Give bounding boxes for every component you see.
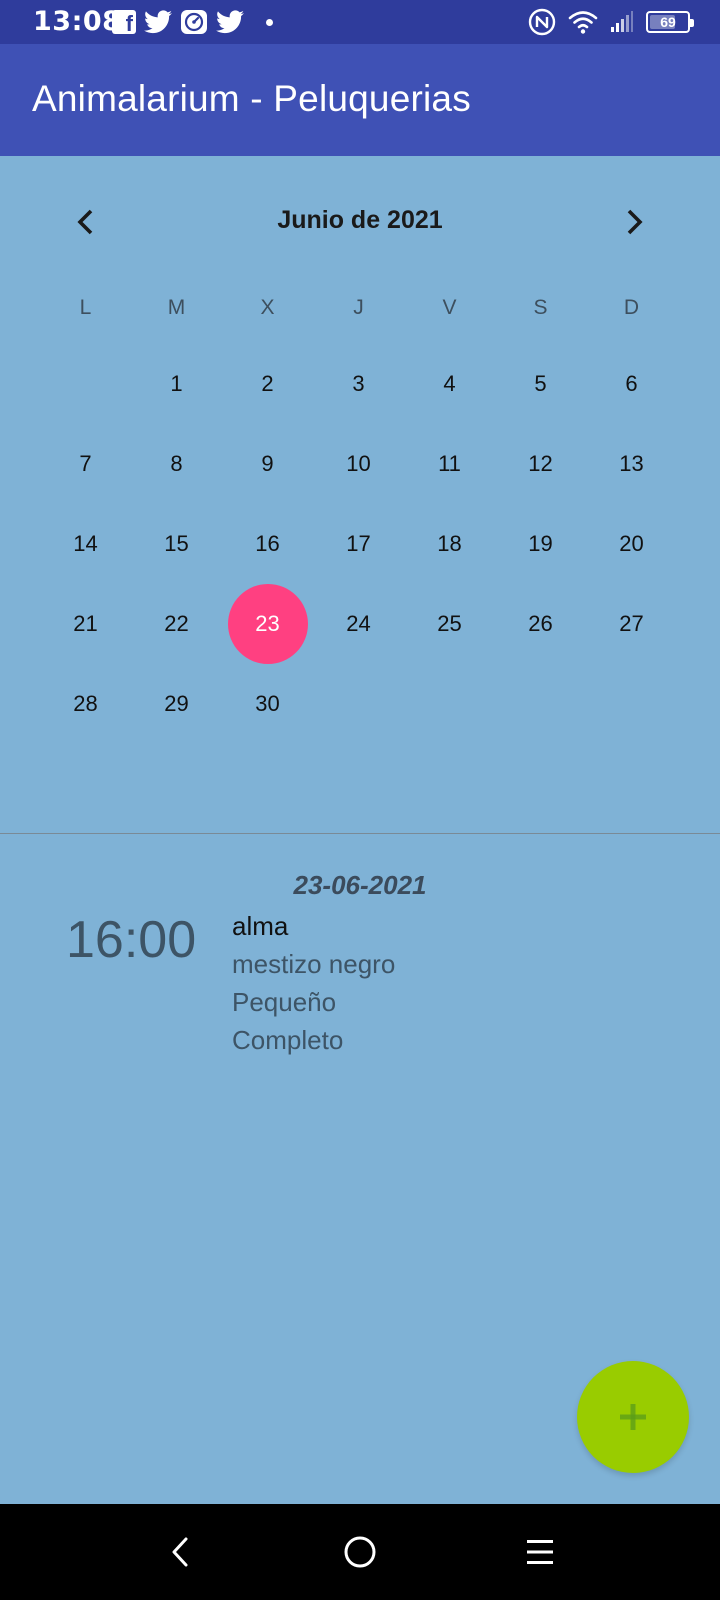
weekday-label: S bbox=[533, 296, 548, 319]
plus-icon bbox=[620, 1404, 646, 1430]
twitter-icon bbox=[144, 10, 172, 34]
weekday-label: M bbox=[167, 296, 186, 319]
calendar-day[interactable]: 7 bbox=[40, 424, 131, 504]
calendar-day[interactable]: 29 bbox=[131, 664, 222, 744]
calendar-day-empty bbox=[495, 664, 586, 744]
battery-icon: 69 bbox=[646, 11, 694, 33]
month-nav: Junio de 2021 bbox=[0, 196, 720, 246]
dot-icon bbox=[266, 18, 273, 26]
appointment-date: 23-06-2021 bbox=[293, 870, 427, 900]
calendar-week: 7 8 9 10 11 12 13 bbox=[40, 424, 677, 504]
chevron-right-icon bbox=[627, 209, 643, 235]
calendar-day[interactable]: 24 bbox=[313, 584, 404, 664]
calendar-day[interactable]: 17 bbox=[313, 504, 404, 584]
calendar-day-selected[interactable]: 23 bbox=[222, 584, 313, 664]
calendar-day[interactable]: 16 bbox=[222, 504, 313, 584]
menu-icon bbox=[527, 1540, 553, 1564]
home-icon bbox=[344, 1536, 376, 1568]
calendar: Junio de 2021 L M X J V S D 1 2 3 4 5 6 … bbox=[0, 156, 720, 832]
calendar-day[interactable]: 8 bbox=[131, 424, 222, 504]
home-button[interactable] bbox=[336, 1528, 384, 1576]
twitter-icon bbox=[216, 10, 244, 34]
calendar-day[interactable]: 15 bbox=[131, 504, 222, 584]
signal-icon bbox=[611, 11, 633, 32]
weekday-label: J bbox=[353, 296, 364, 319]
weekday-label: X bbox=[260, 296, 275, 319]
pet-breed: mestizo negro bbox=[232, 949, 396, 979]
pet-size: Pequeño bbox=[232, 987, 337, 1017]
calendar-day[interactable]: 9 bbox=[222, 424, 313, 504]
calendar-day[interactable]: 1 bbox=[131, 344, 222, 424]
recents-button[interactable] bbox=[516, 1528, 564, 1576]
calendar-day[interactable]: 3 bbox=[313, 344, 404, 424]
calendar-day[interactable]: 22 bbox=[131, 584, 222, 664]
calendar-day-empty bbox=[313, 664, 404, 744]
calendar-day[interactable]: 14 bbox=[40, 504, 131, 584]
pet-name: alma bbox=[232, 911, 289, 941]
system-icons: 69 bbox=[528, 8, 694, 36]
status-time: 13:08 bbox=[33, 6, 122, 37]
calendar-week: 28 29 30 bbox=[40, 664, 677, 744]
system-nav-bar bbox=[0, 1504, 720, 1600]
nfc-icon bbox=[528, 8, 556, 36]
appointment-time: 16:00 bbox=[66, 911, 197, 969]
calendar-day[interactable]: 30 bbox=[222, 664, 313, 744]
app-title: Animalarium - Peluquerias bbox=[32, 78, 471, 119]
calendar-day[interactable]: 20 bbox=[586, 504, 677, 584]
appointment-info: alma mestizo negro Pequeño Completo bbox=[232, 908, 395, 1059]
calendar-day[interactable]: 10 bbox=[313, 424, 404, 504]
calendar-day[interactable]: 5 bbox=[495, 344, 586, 424]
add-appointment-button[interactable] bbox=[577, 1361, 689, 1473]
calendar-day[interactable]: 11 bbox=[404, 424, 495, 504]
weekday-label: L bbox=[79, 296, 92, 319]
calendar-day[interactable]: 2 bbox=[222, 344, 313, 424]
status-bar: 13:08 f 69 bbox=[0, 0, 720, 44]
calendar-day-empty bbox=[40, 344, 131, 424]
calendar-day[interactable]: 6 bbox=[586, 344, 677, 424]
calendar-day-empty bbox=[586, 664, 677, 744]
calendar-day[interactable]: 13 bbox=[586, 424, 677, 504]
facebook-icon: f bbox=[112, 10, 136, 36]
calendar-day[interactable]: 21 bbox=[40, 584, 131, 664]
weekday-label: V bbox=[442, 296, 457, 319]
speedometer-icon bbox=[181, 10, 207, 34]
back-button[interactable] bbox=[156, 1528, 204, 1576]
calendar-day[interactable]: 26 bbox=[495, 584, 586, 664]
appointment-item[interactable]: 16:00 alma mestizo negro Pequeño Complet… bbox=[0, 908, 720, 1068]
calendar-day-empty bbox=[404, 664, 495, 744]
calendar-day[interactable]: 27 bbox=[586, 584, 677, 664]
back-icon bbox=[172, 1537, 188, 1567]
next-month-button[interactable] bbox=[612, 200, 656, 244]
wifi-icon bbox=[568, 11, 598, 34]
app-bar: Animalarium - Peluquerias bbox=[0, 44, 720, 156]
calendar-week: 14 15 16 17 18 19 20 bbox=[40, 504, 677, 584]
calendar-day[interactable]: 28 bbox=[40, 664, 131, 744]
calendar-day[interactable]: 12 bbox=[495, 424, 586, 504]
calendar-day[interactable]: 18 bbox=[404, 504, 495, 584]
weekday-header: L M X J V S D bbox=[40, 296, 677, 320]
weekday-label: D bbox=[623, 296, 640, 319]
calendar-week: 21 22 23 24 25 26 27 bbox=[40, 584, 677, 664]
calendar-day[interactable]: 4 bbox=[404, 344, 495, 424]
notification-icons: f bbox=[112, 9, 273, 36]
calendar-day[interactable]: 19 bbox=[495, 504, 586, 584]
calendar-week: 1 2 3 4 5 6 bbox=[40, 344, 677, 424]
service-type: Completo bbox=[232, 1025, 344, 1055]
divider bbox=[0, 833, 720, 834]
calendar-day[interactable]: 25 bbox=[404, 584, 495, 664]
